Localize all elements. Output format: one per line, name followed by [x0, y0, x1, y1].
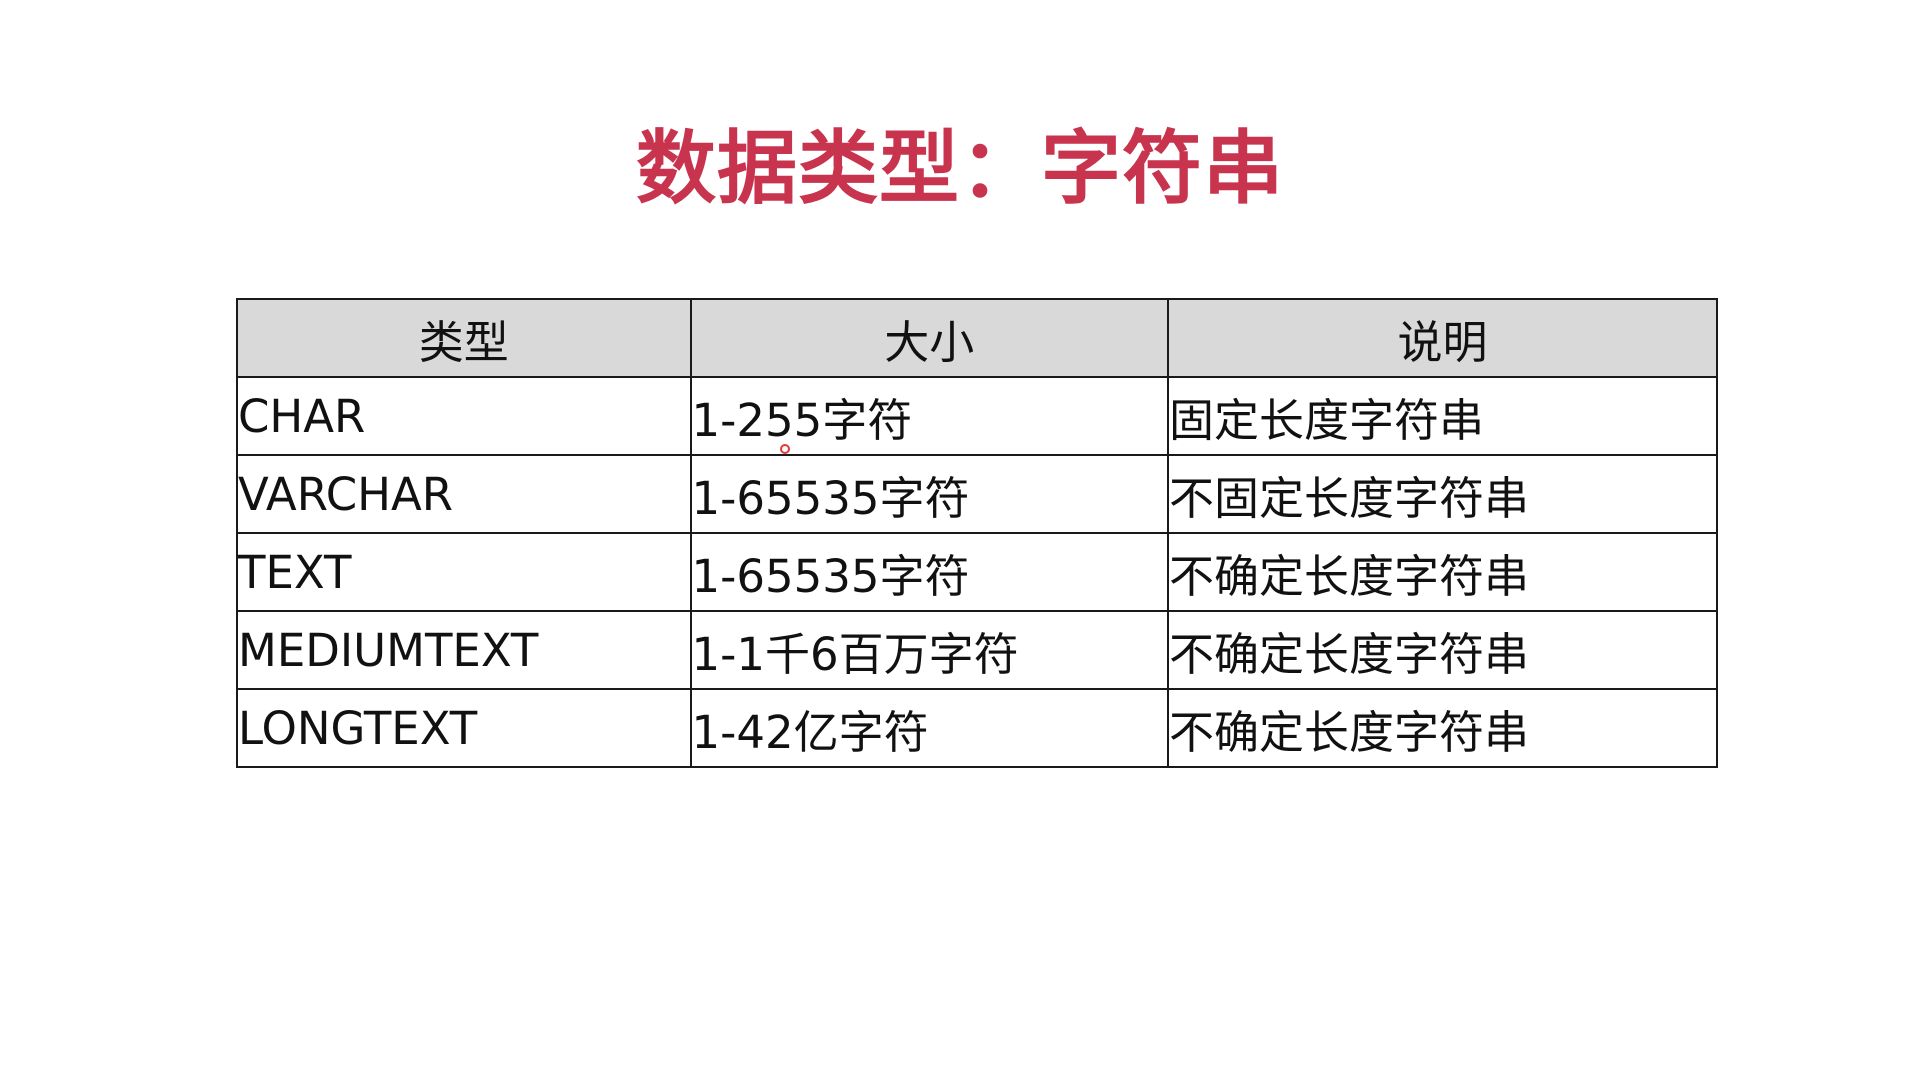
cell-description: 不固定长度字符串 [1167, 454, 1718, 534]
slide-title: 数据类型：字符串 [636, 122, 1284, 215]
table-row: CHAR 1-255字符 固定长度字符串 [236, 376, 1718, 456]
cell-description: 固定长度字符串 [1167, 376, 1718, 456]
header-size: 大小 [689, 298, 1170, 378]
cell-type: CHAR [236, 376, 692, 456]
cell-size: 1-255字符 [689, 376, 1170, 456]
header-type: 类型 [236, 298, 692, 378]
slide: 数据类型：字符串 类型 大小 说明 CHAR 1-255字符 固定长度字符串 V… [0, 0, 1920, 1080]
cell-size: 1-1千6百万字符 [689, 610, 1170, 690]
cell-size: 1-42亿字符 [689, 688, 1170, 768]
cell-type: TEXT [236, 532, 692, 612]
data-types-table: 类型 大小 说明 CHAR 1-255字符 固定长度字符串 VARCHAR 1-… [236, 298, 1718, 768]
table-row: TEXT 1-65535字符 不确定长度字符串 [236, 532, 1718, 612]
cell-description: 不确定长度字符串 [1167, 688, 1718, 768]
table-row: MEDIUMTEXT 1-1千6百万字符 不确定长度字符串 [236, 610, 1718, 690]
table-header-row: 类型 大小 说明 [236, 298, 1718, 378]
cell-size: 1-65535字符 [689, 454, 1170, 534]
cell-type: VARCHAR [236, 454, 692, 534]
cell-description: 不确定长度字符串 [1167, 532, 1718, 612]
table-row: VARCHAR 1-65535字符 不固定长度字符串 [236, 454, 1718, 534]
table-row: LONGTEXT 1-42亿字符 不确定长度字符串 [236, 688, 1718, 768]
header-description: 说明 [1167, 298, 1718, 378]
cell-type: LONGTEXT [236, 688, 692, 768]
cell-type: MEDIUMTEXT [236, 610, 692, 690]
cell-description: 不确定长度字符串 [1167, 610, 1718, 690]
cursor-dot-icon [780, 444, 790, 454]
cell-size: 1-65535字符 [689, 532, 1170, 612]
